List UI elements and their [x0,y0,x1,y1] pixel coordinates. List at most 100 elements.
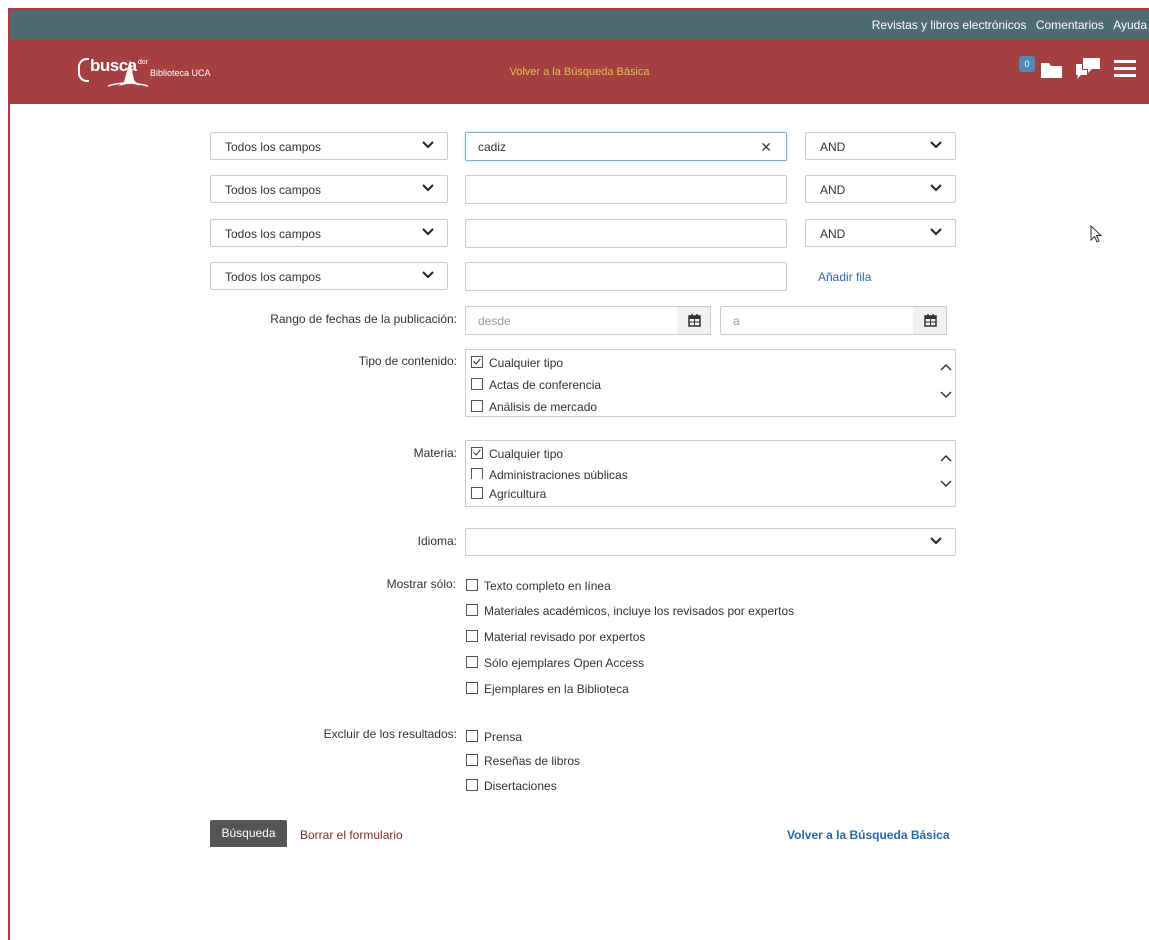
list-item-label: Cualquier tipo [489,356,564,370]
operator-select-value: AND [820,140,846,154]
field-select-2[interactable]: Todos los campos [210,175,448,203]
subject-list[interactable]: Cualquier tipo Administraciones públicas… [465,440,956,507]
search-input-4[interactable] [465,262,787,291]
date-from-calendar-button[interactable] [677,306,711,335]
chevron-down-icon [422,141,434,149]
language-select[interactable] [465,528,956,556]
field-select-value: Todos los campos [225,227,322,241]
list-item[interactable]: Administraciones públicas [471,468,628,479]
exclude-option[interactable]: Prensa [466,730,522,744]
back-to-basic-link[interactable]: Volver a la Búsqueda Básica [787,828,950,842]
field-select-value: Todos los campos [225,270,322,284]
ebooks-link[interactable]: Revistas y libros electrónicos [872,18,1027,32]
search-input-1[interactable]: cadiz ✕ [465,132,787,161]
folder-icon[interactable] [1040,59,1064,79]
list-scroll-arrows-icon[interactable] [940,350,952,416]
date-from-input[interactable]: desde [465,306,678,335]
list-item[interactable]: Actas de conferencia [471,378,601,392]
show-only-option[interactable]: Material revisado por expertos [466,630,645,644]
field-select-value: Todos los campos [225,140,322,154]
option-label: Texto completo en línea [484,579,611,593]
checkbox[interactable] [466,579,478,591]
feedback-link[interactable]: Comentarios [1036,18,1104,32]
chevron-down-icon [422,271,434,279]
exclude-option[interactable]: Reseñas de libros [466,754,580,768]
chevron-down-icon [930,141,942,149]
option-label: Material revisado por expertos [484,630,646,644]
checkbox[interactable] [466,682,478,694]
header-icons: 0 [1019,56,1139,81]
list-item[interactable]: Análisis de mercado [471,400,597,414]
field-select-4[interactable]: Todos los campos [210,262,448,290]
checkbox[interactable] [471,378,483,390]
clear-form-link[interactable]: Borrar el formulario [300,828,403,842]
checkbox[interactable] [471,468,483,479]
list-item-label: Agricultura [489,487,547,501]
operator-select-3[interactable]: AND [805,219,956,247]
option-label: Sólo ejemplares Open Access [484,656,645,670]
header-back-link[interactable]: Volver a la Búsqueda Básica [10,66,1149,78]
show-only-option[interactable]: Texto completo en línea [466,579,611,593]
utility-bar: Revistas y libros electrónicos Comentari… [10,10,1149,39]
checkbox[interactable] [471,400,483,412]
operator-select-2[interactable]: AND [805,175,956,203]
search-button[interactable]: Búsqueda [210,820,287,847]
field-select-3[interactable]: Todos los campos [210,219,448,247]
menu-hamburger-icon[interactable] [1114,59,1136,77]
utility-links: Revistas y libros electrónicos Comentari… [866,18,1147,32]
date-from-placeholder: desde [478,314,511,328]
option-label: Ejemplares en la Biblioteca [484,682,629,696]
header-bar: busca dor Biblioteca UCA Volver a la Bús… [10,39,1149,104]
list-item[interactable]: Cualquier tipo [471,447,563,461]
operator-select-value: AND [820,227,846,241]
field-select-1[interactable]: Todos los campos [210,132,448,160]
search-input-value: cadiz [478,140,507,154]
checkbox[interactable] [471,356,483,368]
list-item[interactable]: Cualquier tipo [471,356,563,370]
show-only-option[interactable]: Materiales académicos, incluye los revis… [466,604,794,618]
clear-icon[interactable]: ✕ [760,139,772,156]
checkbox[interactable] [466,779,478,791]
list-item-label: Actas de conferencia [489,378,602,392]
checkbox[interactable] [466,604,478,616]
show-only-option[interactable]: Ejemplares en la Biblioteca [466,682,629,696]
field-select-value: Todos los campos [225,183,322,197]
option-label: Prensa [484,730,523,744]
checkbox[interactable] [466,730,478,742]
list-scroll-arrows-icon[interactable] [940,441,952,506]
date-to-placeholder: a [733,314,740,328]
option-label: Reseñas de libros [484,754,581,768]
content-type-list[interactable]: Cualquier tipo Actas de conferencia Anál… [465,349,956,417]
mouse-pointer-icon [1090,225,1103,243]
checkbox[interactable] [466,630,478,642]
date-to-calendar-button[interactable] [913,306,947,335]
advanced-search-form: Todos los campos cadiz ✕ AND Todos los c… [10,104,1149,847]
add-row-link[interactable]: Añadir fila [818,270,871,284]
content-type-label: Tipo de contenido: [358,354,457,368]
chevron-down-icon [930,537,942,545]
chevron-down-icon [930,228,942,236]
list-item-label: Análisis de mercado [489,400,598,414]
chevron-down-icon [930,184,942,192]
date-to-input[interactable]: a [720,306,914,335]
show-only-label: Mostrar sólo: [386,577,456,591]
checkbox[interactable] [466,656,478,668]
operator-select-value: AND [820,183,846,197]
checkbox[interactable] [471,447,483,459]
option-label: Disertaciones [484,779,557,793]
operator-select-1[interactable]: AND [805,132,956,160]
calendar-icon [924,314,937,327]
folder-count-badge: 0 [1019,56,1035,72]
search-input-3[interactable] [465,219,787,248]
checkbox[interactable] [466,754,478,766]
checkbox[interactable] [471,487,483,499]
option-label: Materiales académicos, incluye los revis… [484,604,795,618]
list-item[interactable]: Agricultura [471,487,546,501]
exclude-option[interactable]: Disertaciones [466,779,557,793]
language-label: Idioma: [417,534,457,548]
help-link[interactable]: Ayuda [1113,18,1147,32]
feedback-chat-icon[interactable] [1075,57,1101,79]
list-item-label: Cualquier tipo [489,447,564,461]
search-input-2[interactable] [465,175,787,204]
show-only-option[interactable]: Sólo ejemplares Open Access [466,656,644,670]
